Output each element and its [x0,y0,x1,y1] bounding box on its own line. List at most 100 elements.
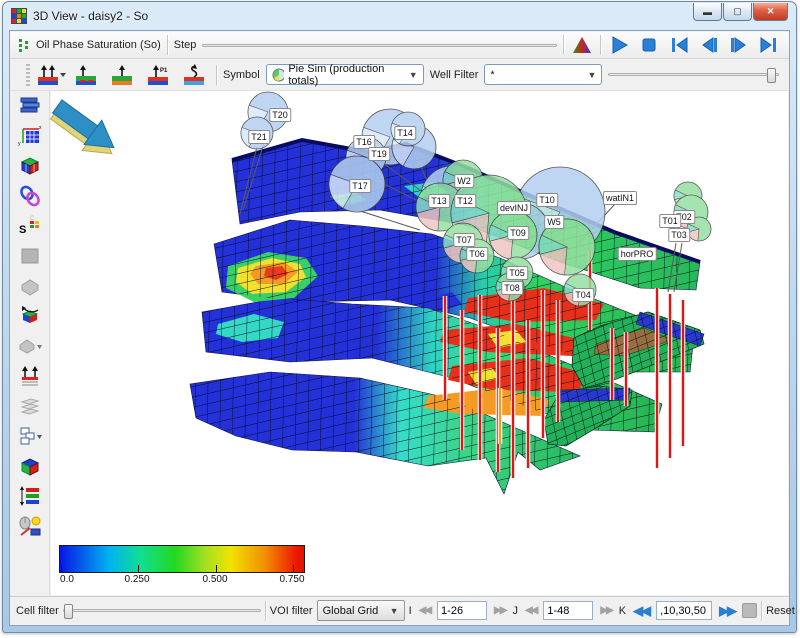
rotate-grid-icon [17,305,43,327]
j-increment-button[interactable]: ▶▶ [597,605,614,616]
toolbar-grip[interactable] [26,64,30,86]
detail-slider-handle[interactable] [767,68,776,83]
separator [563,35,564,55]
skip-first-button[interactable] [667,34,691,56]
grid-3d-button[interactable] [16,153,44,179]
i-increment-button[interactable]: ▶▶ [491,605,508,616]
producer-wells-button[interactable] [108,62,138,88]
maximize-button[interactable]: ▢ [723,3,752,21]
filter-bar: Cell filter VOI filter Global Grid ▼ I ◀… [10,596,789,624]
property-toolbar: Oil Phase Saturation (So) Step [10,32,789,59]
stop-icon [639,35,659,55]
cell-filter-slider[interactable] [63,609,261,612]
step-label: Step [174,39,197,51]
j-decrement-button[interactable]: ◀◀ [522,605,539,616]
probe-tools-icon [17,515,43,537]
prism-icon [17,275,43,297]
property-s-icon: S C [17,215,43,237]
k-decrement-button[interactable]: ◀◀ [630,603,652,619]
legend-tick [138,565,139,572]
property-dots-icon [18,38,30,52]
svg-text:y: y [18,141,21,147]
injector-wells-button[interactable] [72,62,102,88]
prism-tool-button[interactable] [16,273,44,299]
play-icon [609,35,629,55]
view-sidebar: xy S C [10,91,50,595]
rotate-grid-button[interactable] [16,303,44,329]
play-button[interactable] [607,34,631,56]
minimize-button[interactable]: ▬ [693,3,722,21]
svg-text:x: x [39,125,42,131]
ijk-boxes-icon [17,425,43,447]
show-all-wells-button[interactable] [36,62,66,88]
separator [167,35,168,55]
property-select-button[interactable]: S C [16,213,44,239]
perforated-wells-button[interactable]: P1 [144,62,174,88]
wells-layers-icon [17,365,43,387]
3d-viewport[interactable] [51,91,788,595]
app-window: 3D View - daisy2 - So ▬ ▢ ✕ Oil Phase Sa… [2,1,797,633]
i-decrement-button[interactable]: ◀◀ [416,605,433,616]
legend-tick-label: 0.500 [202,574,227,585]
sheets-icon [17,395,43,417]
legend-tick-label: 0.250 [124,574,149,585]
layer-manager-button[interactable] [16,93,44,119]
plane-tool-button[interactable] [16,243,44,269]
deviated-wells-button[interactable] [180,62,210,88]
wells-arrows-icon [36,64,66,86]
well-filter-label: Well Filter [430,69,479,81]
title-bar[interactable]: 3D View - daisy2 - So ▬ ▢ ✕ [3,2,796,30]
skip-last-button[interactable] [757,34,781,56]
legend-tick [293,565,294,572]
cell-filter-label: Cell filter [16,605,59,617]
perforated-well-icon: P1 [146,64,172,86]
rgb-view-button[interactable] [570,34,594,56]
layer-bars-icon [17,485,43,507]
step-slider[interactable] [202,44,557,47]
j-range-label: J [512,605,518,617]
wells-layers-button[interactable] [16,363,44,389]
reset-button[interactable]: Reset [766,605,795,617]
probe-tools-button[interactable] [16,513,44,539]
detail-slider[interactable] [608,73,779,76]
well-filter-value: * [490,69,494,81]
close-button[interactable]: ✕ [753,3,788,21]
property-name: Oil Phase Saturation (So) [36,39,161,51]
grid-axes-button[interactable]: xy [16,123,44,149]
color-cube-button[interactable] [16,453,44,479]
svg-text:P1: P1 [160,68,168,74]
well-filter-combobox[interactable]: * ▼ [484,64,602,85]
apply-filter-button[interactable] [742,603,757,618]
grid-axes-icon: xy [17,125,43,147]
sheets-button[interactable] [16,393,44,419]
link-views-button[interactable] [16,183,44,209]
k-increment-button[interactable]: ▶▶ [716,603,738,619]
rgb-triangle-icon [572,35,592,55]
svg-text:C: C [30,216,35,222]
k-range-input[interactable] [656,601,712,620]
legend-tick [216,565,217,572]
layer-bars-button[interactable] [16,483,44,509]
symbol-value: Pie Sim (production totals) [288,63,404,87]
voi-filter-combobox[interactable]: Global Grid ▼ [317,600,405,621]
separator [600,35,601,55]
k-range-label: K [619,605,626,617]
stop-button[interactable] [637,34,661,56]
color-cube-icon [17,455,43,477]
chevron-down-icon: ▼ [390,606,399,616]
client-area: Oil Phase Saturation (So) Step [9,30,790,626]
step-forward-button[interactable] [727,34,751,56]
legend-tick [61,565,62,572]
legend-tick-label: 0.0 [60,574,74,585]
step-forward-icon [729,35,749,55]
prism-menu-button[interactable] [16,333,44,359]
layer-manager-icon [17,95,43,117]
step-back-button[interactable] [697,34,721,56]
separator [216,65,217,85]
j-range-input[interactable] [543,601,593,620]
chevron-down-icon: ▼ [409,70,418,80]
cell-filter-handle[interactable] [64,604,73,619]
i-range-input[interactable] [437,601,487,620]
ijk-boxes-button[interactable] [16,423,44,449]
symbol-combobox[interactable]: Pie Sim (production totals) ▼ [266,64,424,85]
